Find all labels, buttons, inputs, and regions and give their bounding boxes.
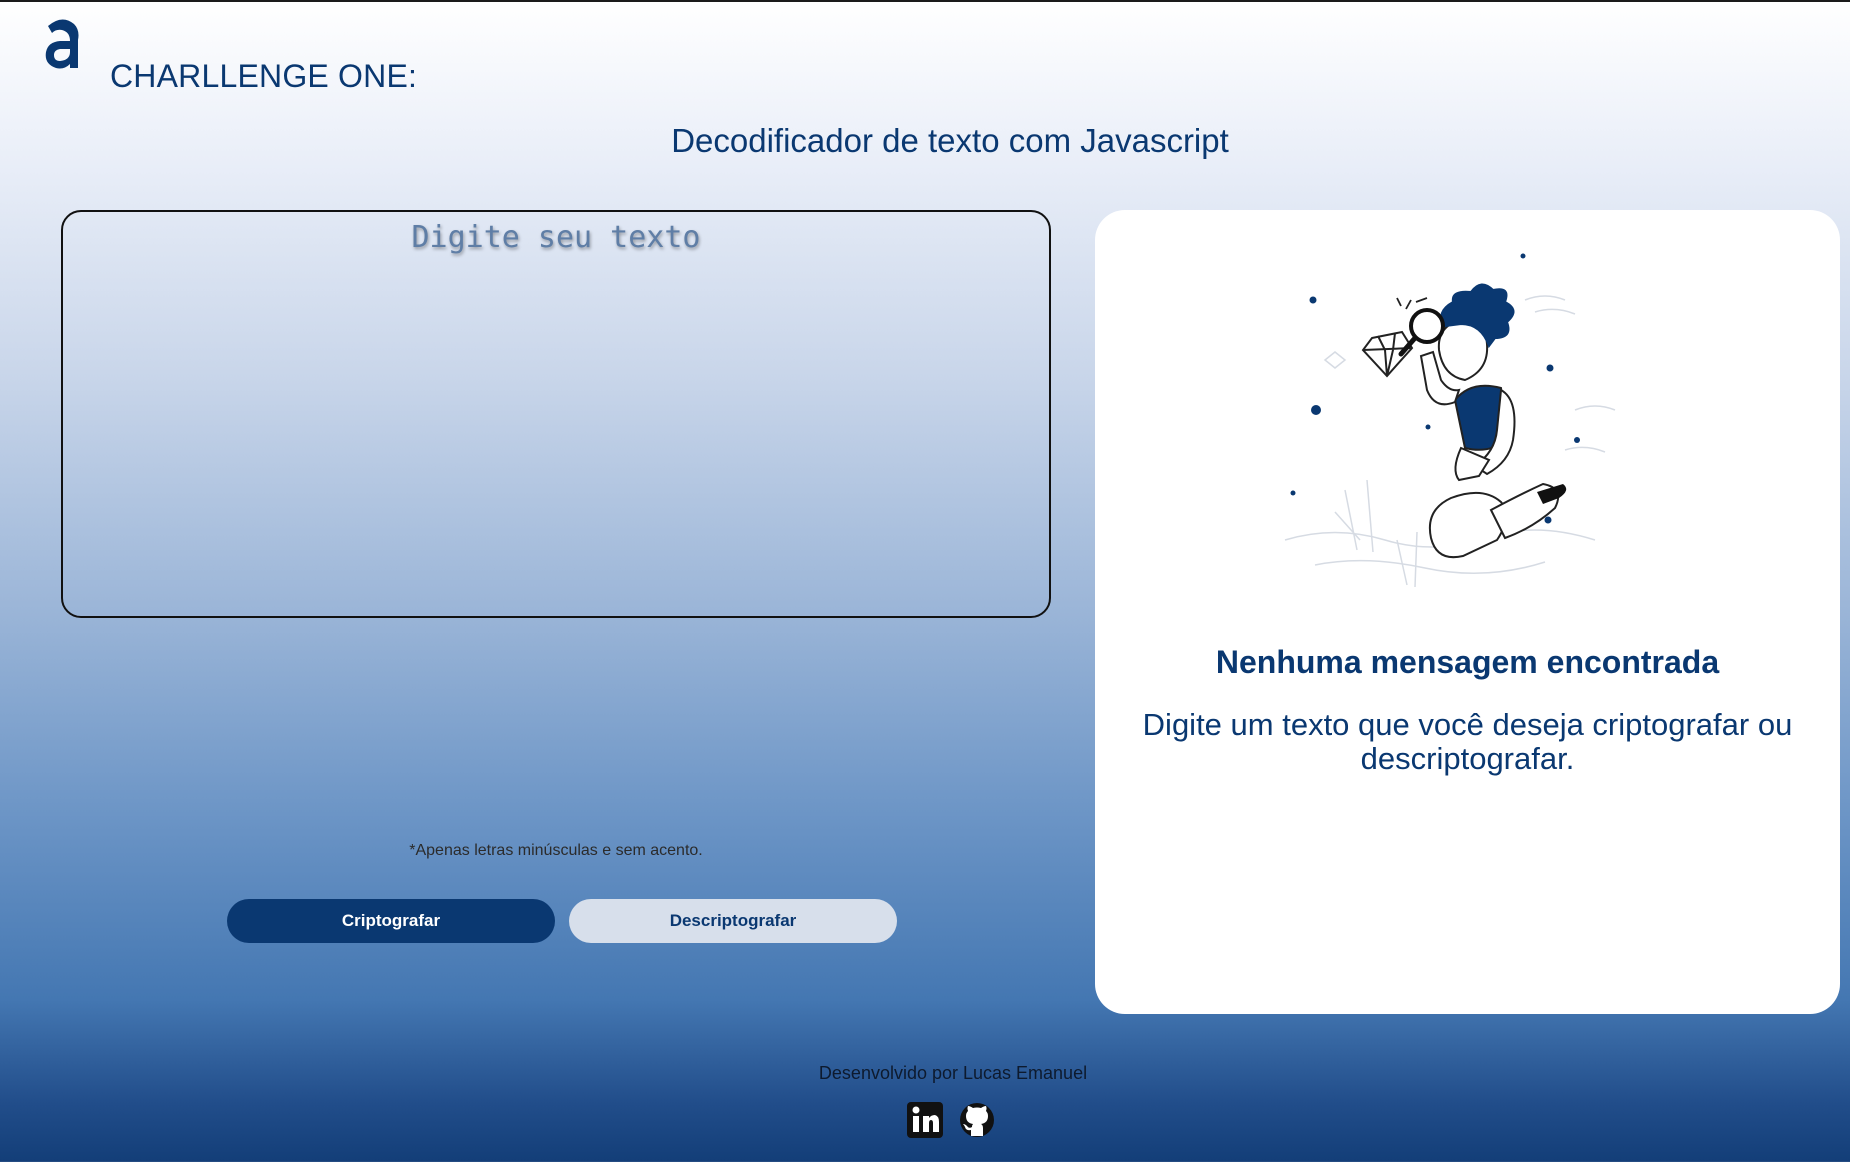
input-hint: *Apenas letras minúsculas e sem acento. — [409, 842, 703, 859]
output-title: Nenhuma mensagem encontrada — [1215, 644, 1720, 680]
output-panel: Nenhuma mensagem encontrada Digite um te… — [1095, 210, 1840, 1014]
footer-credit: Desenvolvido por Lucas Emanuel — [818, 1063, 1088, 1083]
brand-title: CHARLLENGE ONE: — [110, 58, 418, 94]
decrypt-button[interactable]: Descriptografar — [569, 899, 897, 943]
page-subtitle: Decodificador de texto com Javascript — [671, 122, 1229, 159]
output-message: Digite um texto que você deseja criptogr… — [1142, 707, 1793, 776]
linkedin-icon[interactable] — [905, 1100, 945, 1140]
encrypt-button[interactable]: Criptografar — [227, 899, 555, 943]
github-icon[interactable] — [957, 1100, 997, 1140]
alura-logo-icon — [45, 19, 79, 69]
text-input-box — [61, 210, 1051, 618]
text-input[interactable] — [63, 212, 1049, 616]
person-with-magnifying-glass-illustration — [1284, 253, 1616, 588]
top-border — [0, 0, 1850, 2]
